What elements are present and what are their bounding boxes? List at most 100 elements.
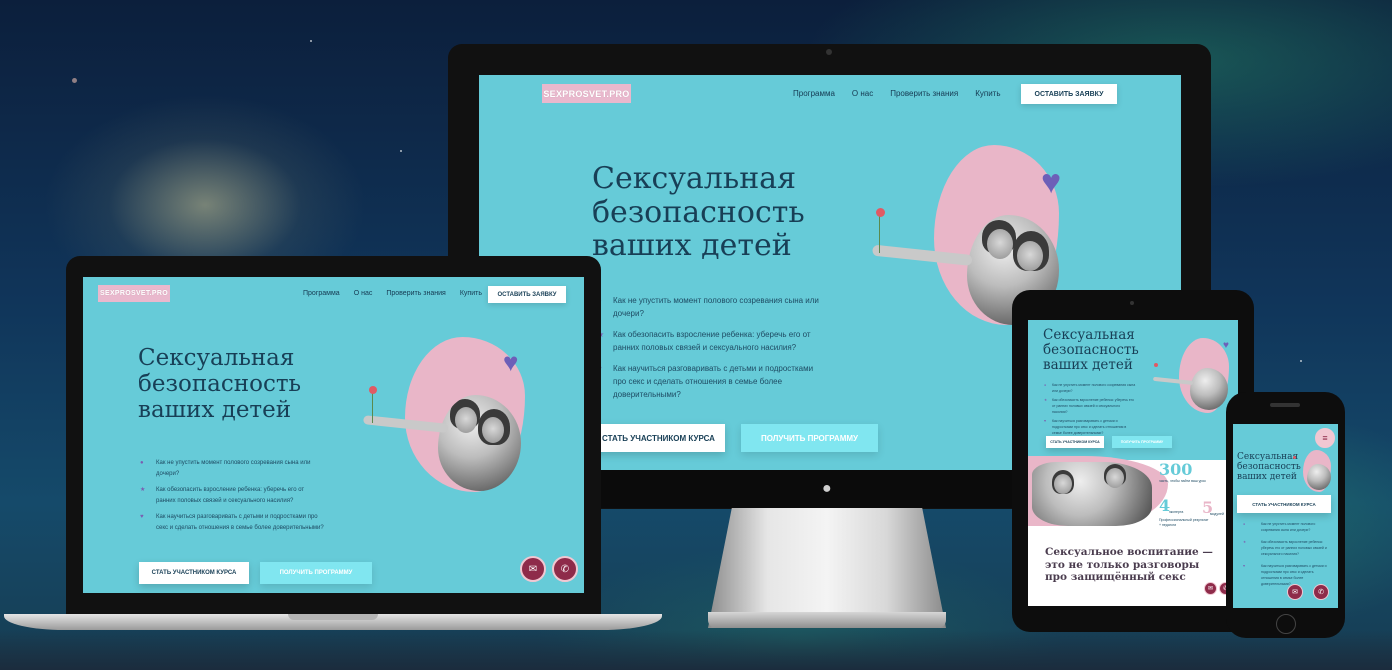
- child-face: [482, 417, 504, 443]
- phone-button[interactable]: ✆: [552, 556, 578, 582]
- join-course-button[interactable]: СТАТЬ УЧАСТНИКОМ КУРСА: [1046, 436, 1104, 448]
- phone-speaker: [1270, 403, 1300, 407]
- leave-request-button[interactable]: ОСТАВИТЬ ЗАЯВКУ: [1021, 84, 1117, 104]
- nav-item-program[interactable]: Программа: [793, 89, 835, 98]
- nav-item-test[interactable]: Проверить знания: [386, 290, 446, 297]
- chat-icon: ✉: [528, 563, 538, 575]
- join-course-button[interactable]: СТАТЬ УЧАСТНИКОМ КУРСА: [592, 424, 725, 452]
- list-item: ★ Как обезопасить взросление ребенка: убе…: [140, 485, 325, 507]
- hero-title-line: Сексуальная: [138, 345, 295, 371]
- list-item: ● Как не упустить момент полового созрева…: [1243, 521, 1331, 533]
- child-face: [1017, 241, 1043, 271]
- star-icon: ★: [1044, 398, 1048, 402]
- heart-icon: ♥: [140, 514, 144, 520]
- site-logo[interactable]: SEXPROSVET.PRO: [98, 285, 170, 302]
- hero-title-line: безопасность: [592, 194, 805, 230]
- apple-icon: ●: [822, 480, 832, 497]
- phone-icon: ✆: [560, 563, 570, 575]
- list-item: ♥Как научиться разговаривать с детьми и …: [1044, 418, 1136, 436]
- hero-title-line: Сексуальная: [592, 161, 796, 196]
- chat-button[interactable]: ✉: [520, 556, 546, 582]
- star-icon: ★: [140, 487, 146, 493]
- heart-icon: ♥: [1223, 340, 1229, 351]
- bullet-text: Как научиться разговаривать с детьми и п…: [1261, 564, 1327, 586]
- family-photo: [1032, 462, 1152, 526]
- bullet-text: Как не упустить момент полового созреван…: [1261, 522, 1316, 532]
- hero-title: Сексуальная безопасность ваших детей: [1237, 452, 1301, 482]
- hero-title-line: ваших детей: [1043, 357, 1133, 374]
- bullet-text: Как обезопасить взросление ребенка: убер…: [613, 330, 811, 352]
- hero-title-line: Сексуальная: [1237, 452, 1299, 462]
- main-nav: Программа О нас Проверить знания Купить: [303, 290, 482, 297]
- join-course-button[interactable]: СТАТЬ УЧАСТНИКОМ КУРСА: [139, 562, 249, 584]
- parent-face: [1054, 474, 1072, 494]
- chat-icon: ✉: [1292, 589, 1298, 596]
- list-item: ★Как обезопасить взросление ребенка: убе…: [1044, 397, 1136, 415]
- bullet-text: Как научиться разговаривать с детьми и п…: [613, 364, 814, 399]
- flower-icon: [369, 386, 377, 394]
- phone-icon: ✆: [1318, 589, 1324, 596]
- laptop-screen: SEXPROSVET.PRO Программа О нас Проверить…: [83, 277, 584, 593]
- list-item: ★Как обезопасить взросление ребенка: убе…: [597, 328, 827, 354]
- flower-icon: [876, 208, 885, 217]
- get-program-button[interactable]: ПОЛУЧИТЬ ПРОГРАММУ: [260, 562, 372, 584]
- get-program-button[interactable]: ПОЛУЧИТЬ ПРОГРАММУ: [1112, 436, 1172, 448]
- list-item: ●Как не упустить момент полового созрева…: [140, 458, 325, 480]
- nav-item-about[interactable]: О нас: [852, 89, 873, 98]
- nav-item-about[interactable]: О нас: [354, 290, 373, 297]
- list-item: ♥ Как научиться разговаривать с детьми и …: [140, 512, 325, 534]
- list-item: ●Как не упустить момент полового созрева…: [1044, 382, 1136, 394]
- tablet-screen: Сексуальная безопасность ваших детей ● Ка…: [1028, 320, 1238, 606]
- flower-icon: [1293, 456, 1296, 459]
- bullet-text: Как обезопасить взросление ребенка: убер…: [156, 487, 305, 504]
- bullet-text: Как научиться разговаривать с детьми и п…: [156, 514, 324, 531]
- imac-camera: [826, 49, 832, 55]
- drop-icon: ●: [1044, 383, 1047, 387]
- stat-text: эксперта: [1169, 510, 1184, 514]
- drop-icon: ●: [140, 460, 144, 466]
- star-icon: ★: [1243, 540, 1247, 544]
- imac-stand: [708, 508, 946, 628]
- hero-title-line: ваших детей: [1237, 472, 1297, 483]
- mobile-menu-button[interactable]: ≡: [1315, 428, 1335, 448]
- heart-icon: ♥: [1044, 419, 1047, 423]
- phone-home-button[interactable]: [1276, 614, 1296, 634]
- stat-number: 300: [1159, 460, 1193, 479]
- chat-icon: ✉: [1207, 586, 1214, 592]
- nav-item-test[interactable]: Проверить знания: [890, 89, 958, 98]
- laptop-notch: [288, 614, 378, 620]
- hero-title-line: ваших детей: [138, 396, 292, 423]
- hero-title: Сексуальная безопасность ваших детей: [1043, 327, 1139, 374]
- nav-item-program[interactable]: Программа: [303, 290, 340, 297]
- leave-request-button[interactable]: ОСТАВИТЬ ЗАЯВКУ: [488, 286, 566, 303]
- hero-bullets: ● Как не упустить момент полового созрева…: [1044, 382, 1136, 436]
- star-dot: [310, 40, 312, 42]
- flower-stem: [879, 215, 880, 253]
- heart-icon: ♥: [1041, 163, 1062, 201]
- hero-bullets: ● Как не упустить момент полового созрева…: [1243, 521, 1331, 587]
- hero-title-line: безопасность: [1043, 342, 1139, 359]
- hero-photo: [1190, 368, 1228, 410]
- chat-button[interactable]: ✉: [1204, 582, 1217, 595]
- drop-icon: ●: [1243, 522, 1246, 526]
- chat-button[interactable]: ✉: [1287, 584, 1303, 600]
- site-logo[interactable]: SEXPROSVET.PRO: [542, 84, 631, 103]
- list-item: ●Как не упустить момент полового созрева…: [597, 294, 827, 320]
- join-course-button[interactable]: СТАТЬ УЧАСТНИКОМ КУРСА: [1237, 495, 1331, 513]
- section-title-line: Сексуальное воспитание —: [1045, 546, 1213, 558]
- list-item: ★Как обезопасить взросление ребенка: убе…: [1243, 539, 1331, 557]
- list-item: ♥Как научиться разговаривать с детьми и …: [597, 362, 827, 401]
- nav-item-buy[interactable]: Купить: [460, 290, 482, 297]
- get-program-button[interactable]: ПОЛУЧИТЬ ПРОГРАММУ: [741, 424, 878, 452]
- phone-button[interactable]: ✆: [1313, 584, 1329, 600]
- flower-stem: [372, 393, 373, 423]
- section-title-line: про защищённый секс: [1045, 571, 1186, 584]
- stat-text: часть, чтобы найти ваш урок: [1159, 479, 1206, 483]
- flower-icon: [1154, 363, 1158, 367]
- star-dot: [1300, 360, 1302, 362]
- stat-note: Профессиональный результат + педагоги: [1159, 518, 1209, 527]
- child-face: [1106, 468, 1124, 488]
- hero-title-line: Сексуальная: [1043, 327, 1135, 343]
- nav-item-buy[interactable]: Купить: [975, 89, 1000, 98]
- stat-text: модулей: [1210, 512, 1224, 516]
